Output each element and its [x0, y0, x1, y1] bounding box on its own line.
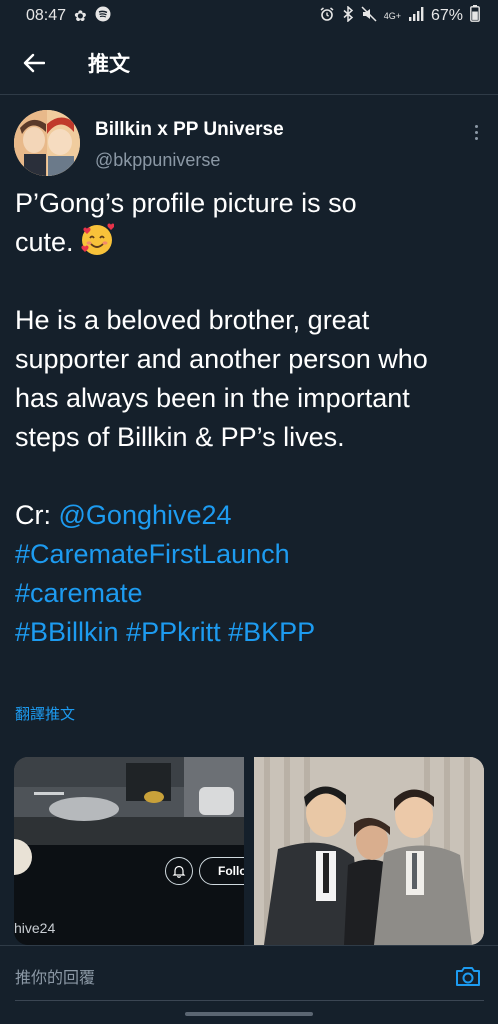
- smiling-face-with-hearts-emoji: [80, 223, 115, 257]
- header-divider: [0, 94, 498, 95]
- battery-icon: [470, 5, 480, 27]
- author-handle[interactable]: @bkppuniverse: [95, 150, 220, 171]
- media-handle-fragment: hive24: [14, 920, 56, 936]
- notification-bell-icon[interactable]: [165, 857, 193, 885]
- tweet-credit-line: Cr: @Gonghive24: [15, 496, 485, 535]
- pinwheel-icon: ✿: [74, 7, 87, 25]
- tweet-line: cute.: [15, 223, 485, 262]
- translate-tweet-link[interactable]: 翻譯推文: [15, 703, 75, 724]
- tweet-media: Follo hive24: [14, 757, 484, 945]
- mute-icon: [361, 5, 377, 27]
- status-bar: 08:47 ✿ 4G+ 67%: [0, 0, 498, 32]
- gesture-nav-handle[interactable]: [185, 1012, 313, 1016]
- media-image-photo[interactable]: [254, 757, 484, 945]
- hashtag-line: #caremate: [15, 574, 485, 613]
- top-app-bar: 推文: [0, 32, 498, 94]
- network-type-label: 4G+: [383, 10, 401, 21]
- status-left: 08:47 ✿: [26, 6, 111, 27]
- author-name[interactable]: Billkin x PP Universe: [95, 119, 284, 141]
- spotify-icon: [95, 6, 111, 27]
- tweet-line-text: cute.: [15, 227, 74, 257]
- signal-icon: [408, 6, 424, 26]
- mention-link[interactable]: @Gonghive24: [59, 500, 232, 530]
- status-time: 08:47: [26, 7, 67, 24]
- media-image-screenshot[interactable]: Follo hive24: [14, 757, 244, 945]
- hashtag-line: #BBillkin #PPkritt #BKPP: [15, 613, 485, 652]
- alarm-icon: [319, 6, 335, 27]
- hashtag-link[interactable]: #caremate: [15, 578, 143, 608]
- bluetooth-icon: [342, 4, 354, 27]
- reply-bar: 推你的回覆: [0, 945, 498, 1005]
- tweet-text: P’Gong’s profile picture is so cute. He …: [15, 184, 485, 652]
- tweet-paragraph: He is a beloved brother, great supporter…: [15, 305, 428, 452]
- avatar[interactable]: [14, 110, 80, 176]
- more-vertical-icon[interactable]: [468, 120, 484, 144]
- hashtag-link[interactable]: #BKPP: [228, 617, 315, 647]
- hashtag-link[interactable]: #BBillkin: [15, 617, 119, 647]
- reply-underline: [15, 1000, 484, 1001]
- status-right: 4G+ 67%: [319, 4, 480, 27]
- camera-icon[interactable]: [454, 962, 482, 990]
- hashtag-link[interactable]: #CaremateFirstLaunch: [15, 539, 290, 569]
- tweet-author: Billkin x PP Universe @bkppuniverse: [14, 110, 484, 180]
- credit-prefix: Cr:: [15, 500, 51, 530]
- hashtag-line: #CaremateFirstLaunch: [15, 535, 485, 574]
- tweet-line: P’Gong’s profile picture is so: [15, 188, 357, 218]
- page-title: 推文: [88, 53, 130, 76]
- hashtag-link[interactable]: #PPkritt: [126, 617, 221, 647]
- follow-button[interactable]: Follo: [199, 857, 244, 885]
- battery-percent: 67%: [430, 7, 463, 24]
- reply-input[interactable]: 推你的回覆: [15, 964, 95, 988]
- back-arrow-icon[interactable]: [22, 51, 46, 75]
